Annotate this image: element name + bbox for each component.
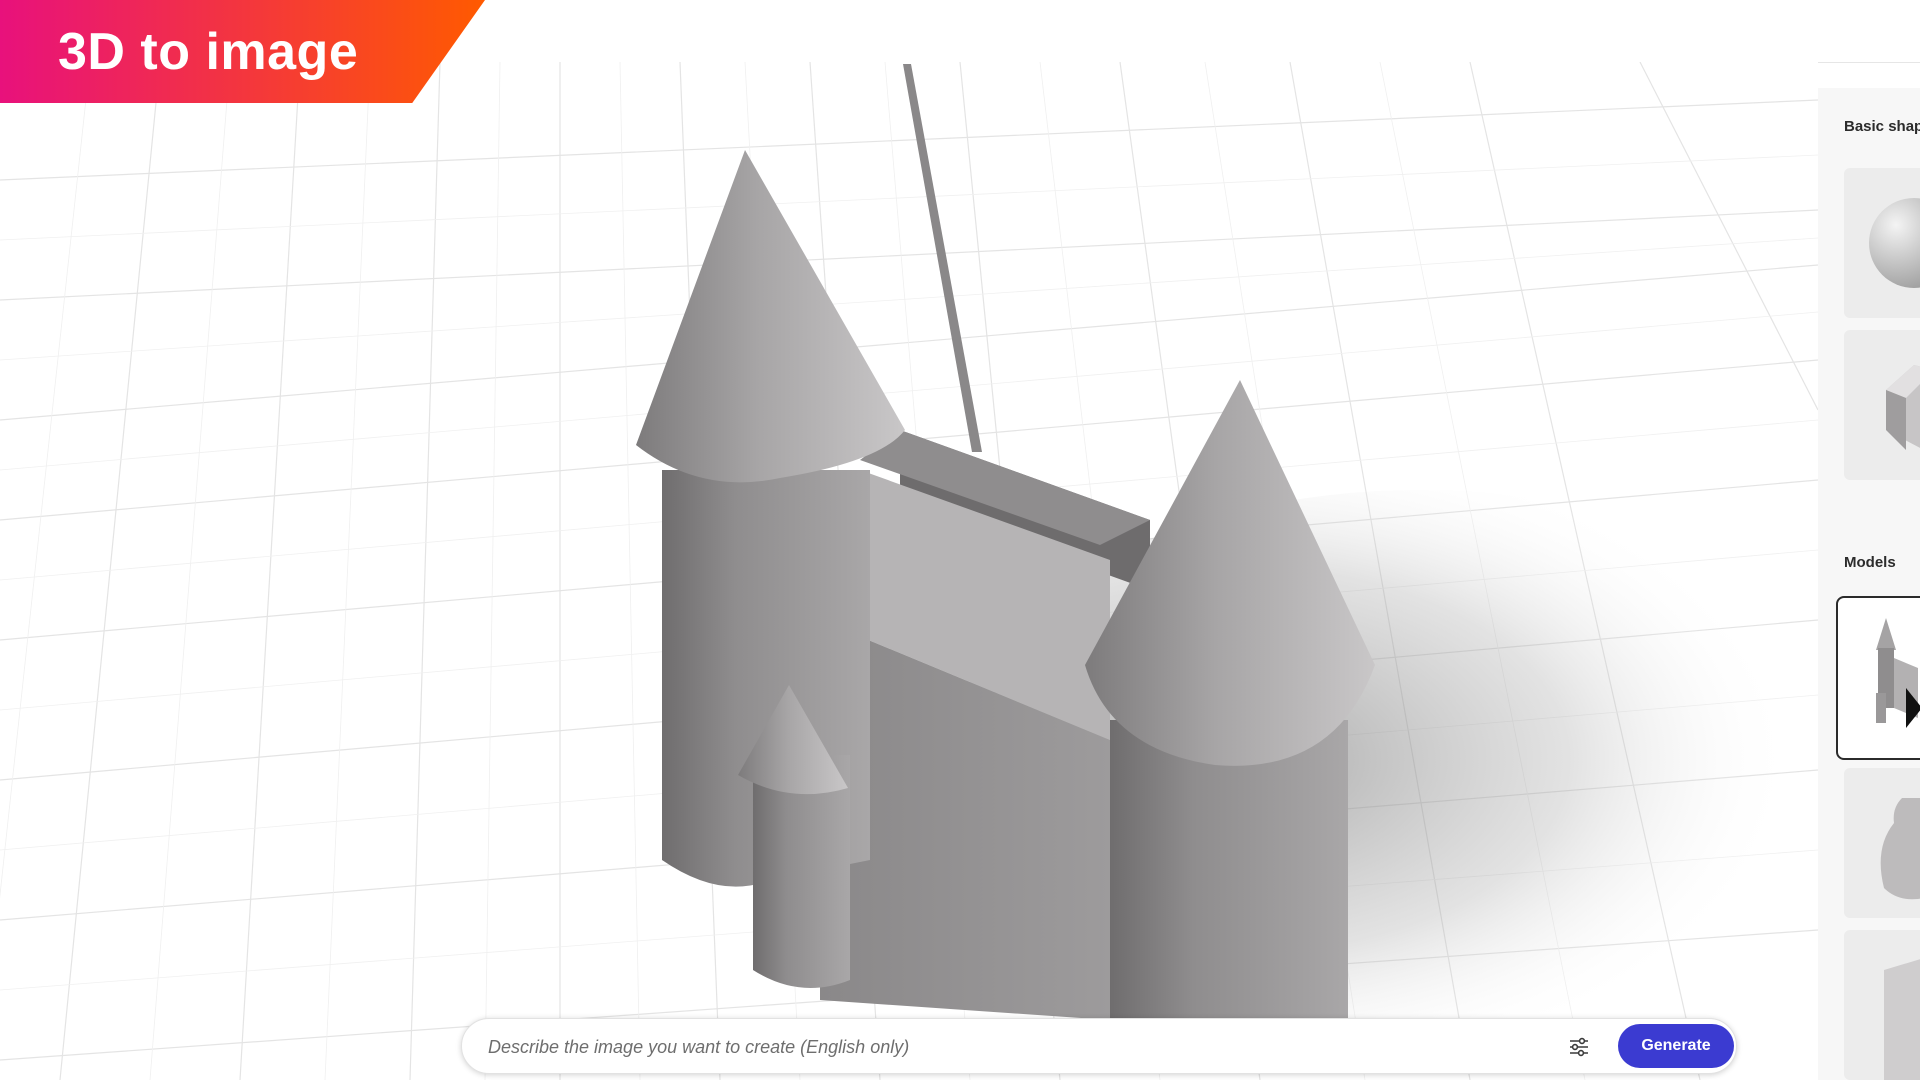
prompt-input[interactable] [486, 1029, 1510, 1065]
models-title: Models [1844, 554, 1896, 571]
banner-title: 3D to image [58, 22, 359, 81]
vase-model-icon [1880, 798, 1920, 900]
assets-panel: Basic shap Models [1818, 88, 1920, 1080]
model-icon [1884, 959, 1920, 1080]
sphere-icon [1869, 198, 1920, 288]
basic-shape-cube[interactable] [1844, 330, 1920, 480]
3d-viewport[interactable] [0, 62, 1818, 1080]
generate-button[interactable]: Generate [1618, 1024, 1734, 1068]
castle-model-icon [1876, 618, 1918, 723]
model-castle[interactable] [1836, 596, 1920, 760]
cube-icon [1886, 365, 1920, 450]
model-vase[interactable] [1844, 768, 1920, 918]
settings-sliders-icon[interactable] [1567, 1035, 1591, 1059]
prompt-bar: Generate [461, 1018, 1737, 1074]
3d-scene[interactable] [0, 62, 1818, 1080]
basic-shapes-title: Basic shap [1844, 118, 1920, 135]
title-banner: 3D to image [0, 0, 485, 103]
axis-pole [903, 64, 982, 452]
basic-shape-sphere[interactable] [1844, 168, 1920, 318]
mouse-cursor-icon [1906, 688, 1920, 728]
model-item[interactable] [1844, 930, 1920, 1080]
